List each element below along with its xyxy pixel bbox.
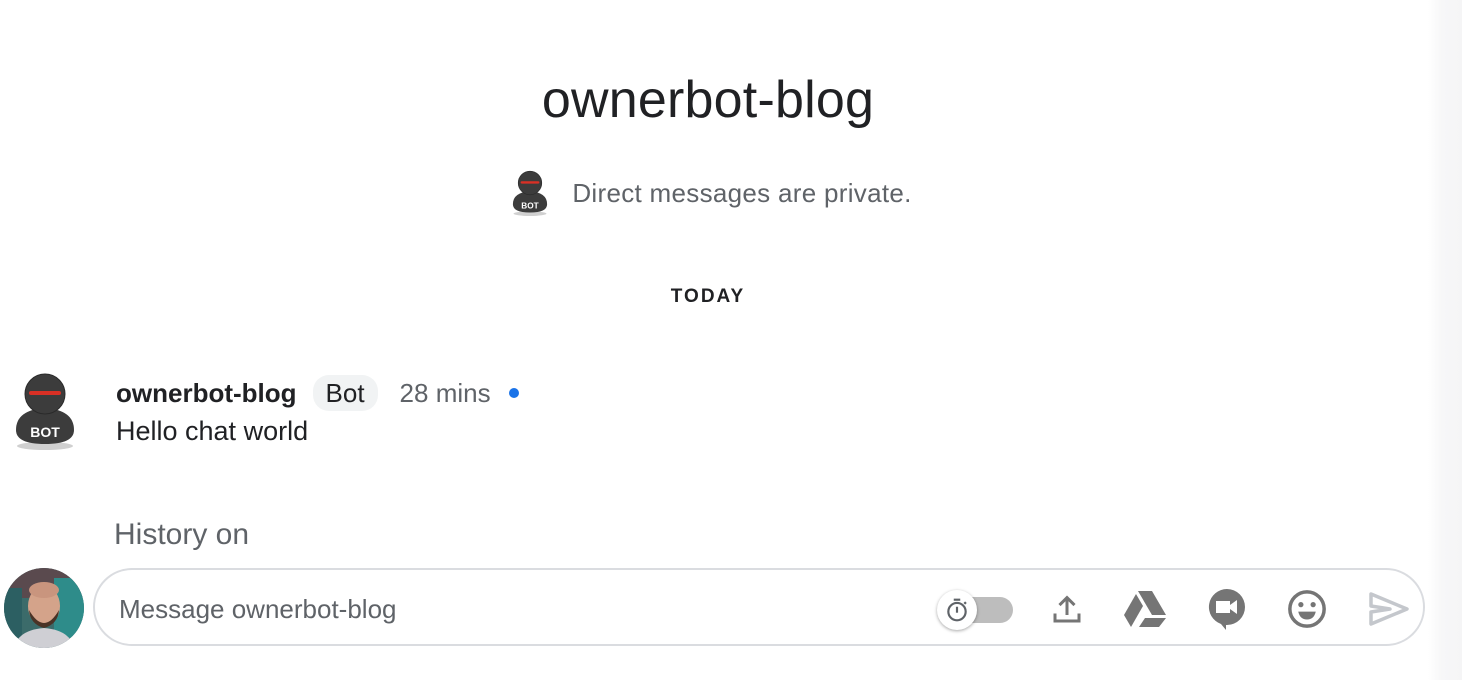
google-drive-button[interactable]: [1123, 587, 1167, 631]
user-avatar[interactable]: [4, 568, 84, 648]
message-input[interactable]: [117, 588, 901, 630]
message-item: BOT ownerbot-blog Bot 28 mins Hello chat…: [12, 372, 712, 462]
google-drive-icon: [1124, 591, 1166, 627]
video-meet-button[interactable]: [1205, 587, 1249, 631]
sender-name[interactable]: ownerbot-blog: [116, 378, 297, 409]
scroll-gutter: [1428, 0, 1462, 680]
bot-badge: Bot: [312, 375, 378, 411]
conversation-title: ownerbot-blog: [541, 71, 875, 129]
history-status: History on: [114, 518, 250, 551]
message-composer: [93, 568, 1425, 646]
history-toggle[interactable]: [937, 590, 1013, 630]
emoji-icon: [1288, 590, 1326, 628]
emoji-button[interactable]: [1285, 587, 1329, 631]
upload-button[interactable]: [1045, 587, 1089, 631]
svg-text:BOT: BOT: [522, 201, 539, 210]
upload-icon: [1053, 595, 1081, 623]
video-meet-icon: [1208, 588, 1245, 630]
date-divider: TODAY: [670, 286, 746, 307]
message-text: Hello chat world: [116, 416, 309, 446]
send-icon: [1369, 592, 1409, 626]
send-button[interactable]: [1367, 587, 1411, 631]
unread-indicator: [508, 388, 519, 398]
svg-text:BOT: BOT: [30, 424, 60, 440]
privacy-notice: BOT Direct messages are private.: [0, 170, 1422, 216]
privacy-text: Direct messages are private.: [572, 177, 912, 208]
message-timestamp: 28 mins: [399, 377, 491, 408]
bot-avatar-icon: BOT: [513, 170, 548, 216]
bot-avatar-icon[interactable]: BOT: [12, 372, 78, 450]
timer-icon: [947, 598, 967, 622]
user-photo: [4, 568, 84, 648]
message-header: ownerbot-blog Bot 28 mins: [116, 374, 519, 412]
toggle-knob[interactable]: [937, 590, 977, 630]
